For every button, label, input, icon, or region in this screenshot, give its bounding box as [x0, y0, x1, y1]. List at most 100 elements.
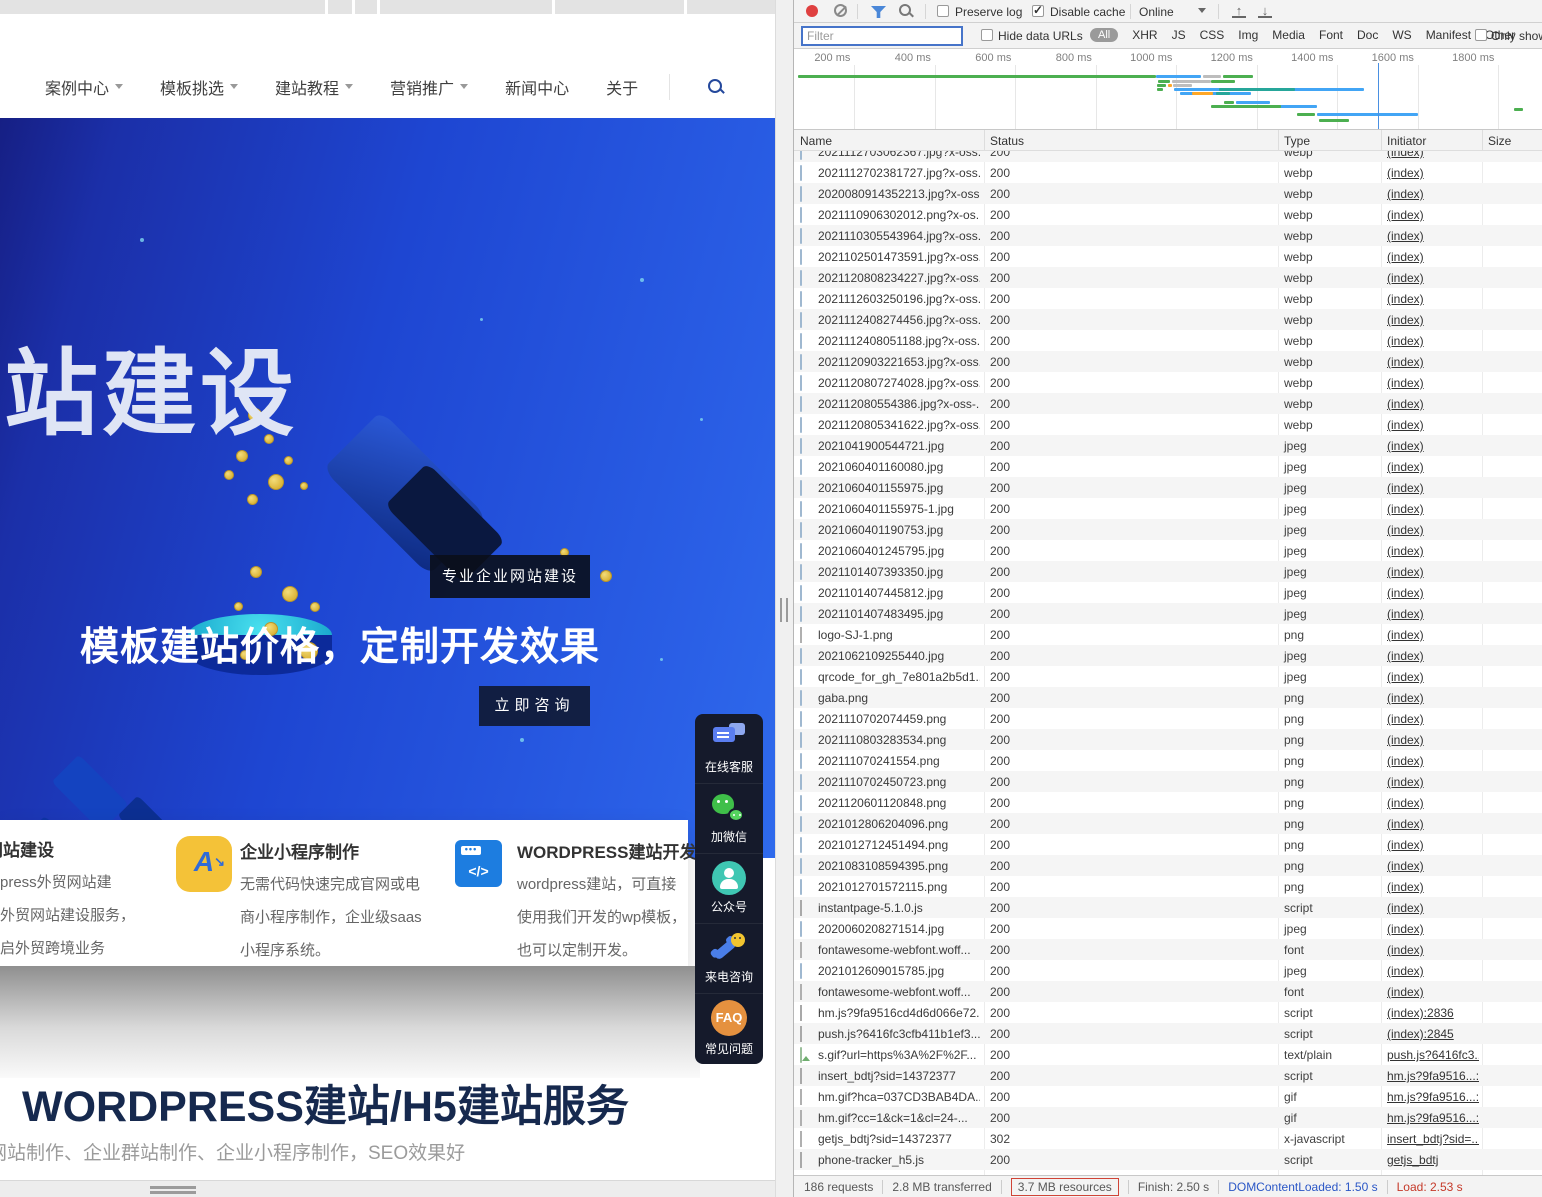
request-initiator-link[interactable]: (index): [1387, 544, 1479, 558]
network-overview-timeline[interactable]: 200 ms400 ms600 ms800 ms1000 ms1200 ms14…: [794, 49, 1542, 130]
table-row[interactable]: 2021012609015785.jpg200jpeg(index): [794, 960, 1542, 981]
table-row[interactable]: fontawesome-webfont.woff...200font(index…: [794, 939, 1542, 960]
table-row[interactable]: 2021112408274456.jpg?x-oss...200webp(ind…: [794, 309, 1542, 330]
table-row[interactable]: 2021110803283534.png200png(index): [794, 729, 1542, 750]
record-icon[interactable]: [806, 5, 818, 17]
request-initiator-link[interactable]: (index): [1387, 292, 1479, 306]
table-row[interactable]: 2020080914352213.jpg?x-oss...200webp(ind…: [794, 183, 1542, 204]
request-initiator-link[interactable]: (index): [1387, 901, 1479, 915]
request-initiator-link[interactable]: (index): [1387, 712, 1479, 726]
column-divider[interactable]: [1278, 130, 1279, 151]
request-initiator-link[interactable]: (index): [1387, 859, 1479, 873]
table-row[interactable]: fontawesome-webfont.woff...200font(index…: [794, 981, 1542, 1002]
type-filter-doc[interactable]: Doc: [1357, 28, 1378, 42]
table-row[interactable]: 2021120807274028.jpg?x-oss...200webp(ind…: [794, 372, 1542, 393]
nav-item-0[interactable]: 案例中心: [45, 75, 123, 99]
request-initiator-link[interactable]: (index): [1387, 607, 1479, 621]
table-row[interactable]: qrcode_for_gh_7e801a2b5d1...200jpeg(inde…: [794, 666, 1542, 687]
disable-cache-checkbox[interactable]: [1032, 5, 1044, 17]
import-har-icon[interactable]: ↑: [1232, 3, 1246, 18]
nav-item-4[interactable]: 新闻中心: [505, 75, 569, 99]
column-header-initiator[interactable]: Initiator: [1387, 134, 1426, 148]
request-initiator-link[interactable]: (index): [1387, 523, 1479, 537]
network-filter-input[interactable]: [801, 26, 963, 46]
request-initiator-link[interactable]: getjs_bdtj: [1387, 1153, 1479, 1167]
type-filter-js[interactable]: JS: [1172, 28, 1186, 42]
table-row[interactable]: hm.gif?cc=1&ck=1&cl=24-...200gifhm.js?9f…: [794, 1107, 1542, 1128]
only-show-checkbox[interactable]: [1475, 29, 1487, 41]
type-filter-ws[interactable]: WS: [1392, 28, 1411, 42]
type-filter-media[interactable]: Media: [1272, 28, 1305, 42]
table-row[interactable]: 2021120903221653.jpg?x-oss...200webp(ind…: [794, 351, 1542, 372]
column-header-name[interactable]: Name: [800, 134, 832, 148]
nav-item-1[interactable]: 模板挑选: [160, 75, 238, 99]
table-row[interactable]: 2021112408051188.jpg?x-oss...200webp(ind…: [794, 330, 1542, 351]
request-initiator-link[interactable]: push.js?6416fc3...: [1387, 1048, 1479, 1062]
request-initiator-link[interactable]: (index): [1387, 187, 1479, 201]
table-row[interactable]: s.gif?url=https%3A%2F%2F...200text/plain…: [794, 1044, 1542, 1065]
table-row[interactable]: 2021012806204096.png200png(index): [794, 813, 1542, 834]
type-filter-img[interactable]: Img: [1238, 28, 1258, 42]
request-initiator-link[interactable]: (index): [1387, 313, 1479, 327]
search-icon[interactable]: [707, 78, 725, 96]
float-item-wechat[interactable]: 加微信: [695, 784, 763, 854]
nav-item-3[interactable]: 营销推广: [390, 75, 468, 99]
table-row[interactable]: 2021110305543964.jpg?x-oss...200webp(ind…: [794, 225, 1542, 246]
request-initiator-link[interactable]: (index): [1387, 439, 1479, 453]
table-row[interactable]: 2021110702450723.png200png(index): [794, 771, 1542, 792]
request-initiator-link[interactable]: (index): [1387, 838, 1479, 852]
table-row[interactable]: gaba.png200png(index): [794, 687, 1542, 708]
table-row[interactable]: 2021060401245795.jpg200jpeg(index): [794, 540, 1542, 561]
table-row[interactable]: instantpage-5.1.0.js200script(index): [794, 897, 1542, 918]
table-row[interactable]: 202112080554386.jpg?x-oss-...200webp(ind…: [794, 393, 1542, 414]
table-row[interactable]: 2021060401155975.jpg200jpeg(index): [794, 477, 1542, 498]
column-divider[interactable]: [984, 130, 985, 151]
request-initiator-link[interactable]: (index): [1387, 166, 1479, 180]
float-item-official-account[interactable]: 公众号: [695, 854, 763, 924]
request-initiator-link[interactable]: (index): [1387, 691, 1479, 705]
type-filter-all[interactable]: All: [1090, 28, 1118, 42]
request-initiator-link[interactable]: (index): [1387, 565, 1479, 579]
column-header-status[interactable]: Status: [990, 134, 1024, 148]
clear-icon[interactable]: [834, 4, 847, 17]
table-row[interactable]: 2020060208271514.jpg200jpeg(index): [794, 918, 1542, 939]
table-row[interactable]: 2021110906302012.png?x-os...200webp(inde…: [794, 204, 1542, 225]
request-initiator-link[interactable]: (index): [1387, 334, 1479, 348]
table-row[interactable]: hm.js?9fa9516cd4d6d066e72...200script(in…: [794, 1002, 1542, 1023]
request-initiator-link[interactable]: (index): [1387, 355, 1479, 369]
table-row[interactable]: 2021101407483495.jpg200jpeg(index): [794, 603, 1542, 624]
table-row[interactable]: 2021041900544721.jpg200jpeg(index): [794, 435, 1542, 456]
request-initiator-link[interactable]: (index): [1387, 649, 1479, 663]
request-initiator-link[interactable]: (index): [1387, 733, 1479, 747]
drag-handle-icon[interactable]: [150, 1186, 196, 1194]
request-initiator-link[interactable]: hm.js?9fa9516...:...: [1387, 1069, 1479, 1083]
table-row[interactable]: logo-SJ-1.png200png(index): [794, 624, 1542, 645]
table-row[interactable]: 2021120805341622.jpg?x-oss...200webp(ind…: [794, 414, 1542, 435]
request-initiator-link[interactable]: (index): [1387, 250, 1479, 264]
nav-item-5[interactable]: 关于: [606, 75, 638, 99]
request-initiator-link[interactable]: insert_bdtj?sid=...: [1387, 1132, 1479, 1146]
search-icon[interactable]: [899, 4, 914, 19]
column-divider[interactable]: [1482, 130, 1483, 151]
preserve-log-checkbox[interactable]: [937, 5, 949, 17]
request-initiator-link[interactable]: (index): [1387, 271, 1479, 285]
request-initiator-link[interactable]: hm.js?9fa9516...:...: [1387, 1111, 1479, 1125]
column-header-size[interactable]: Size: [1488, 134, 1511, 148]
hide-data-urls-checkbox[interactable]: [981, 29, 993, 41]
request-initiator-link[interactable]: (index):2836: [1387, 1006, 1479, 1020]
request-initiator-link[interactable]: (index): [1387, 628, 1479, 642]
request-initiator-link[interactable]: (index): [1387, 229, 1479, 243]
table-row[interactable]: 2021012712451494.png200png(index): [794, 834, 1542, 855]
type-filter-xhr[interactable]: XHR: [1132, 28, 1157, 42]
request-initiator-link[interactable]: (index): [1387, 670, 1479, 684]
table-row[interactable]: 2021012701572115.png200png(index): [794, 876, 1542, 897]
divider-grip-icon[interactable]: [780, 598, 788, 622]
table-row[interactable]: 2021101407445812.jpg200jpeg(index): [794, 582, 1542, 603]
table-row[interactable]: 2021112603250196.jpg?x-oss...200webp(ind…: [794, 288, 1542, 309]
pane-divider[interactable]: [775, 0, 793, 1197]
request-initiator-link[interactable]: (index): [1387, 754, 1479, 768]
table-row[interactable]: 2021060401155975-1.jpg200jpeg(index): [794, 498, 1542, 519]
table-row[interactable]: 2021112702381727.jpg?x-oss...200webp(ind…: [794, 162, 1542, 183]
nav-item-2[interactable]: 建站教程: [275, 75, 353, 99]
request-initiator-link[interactable]: (index):2845: [1387, 1027, 1479, 1041]
